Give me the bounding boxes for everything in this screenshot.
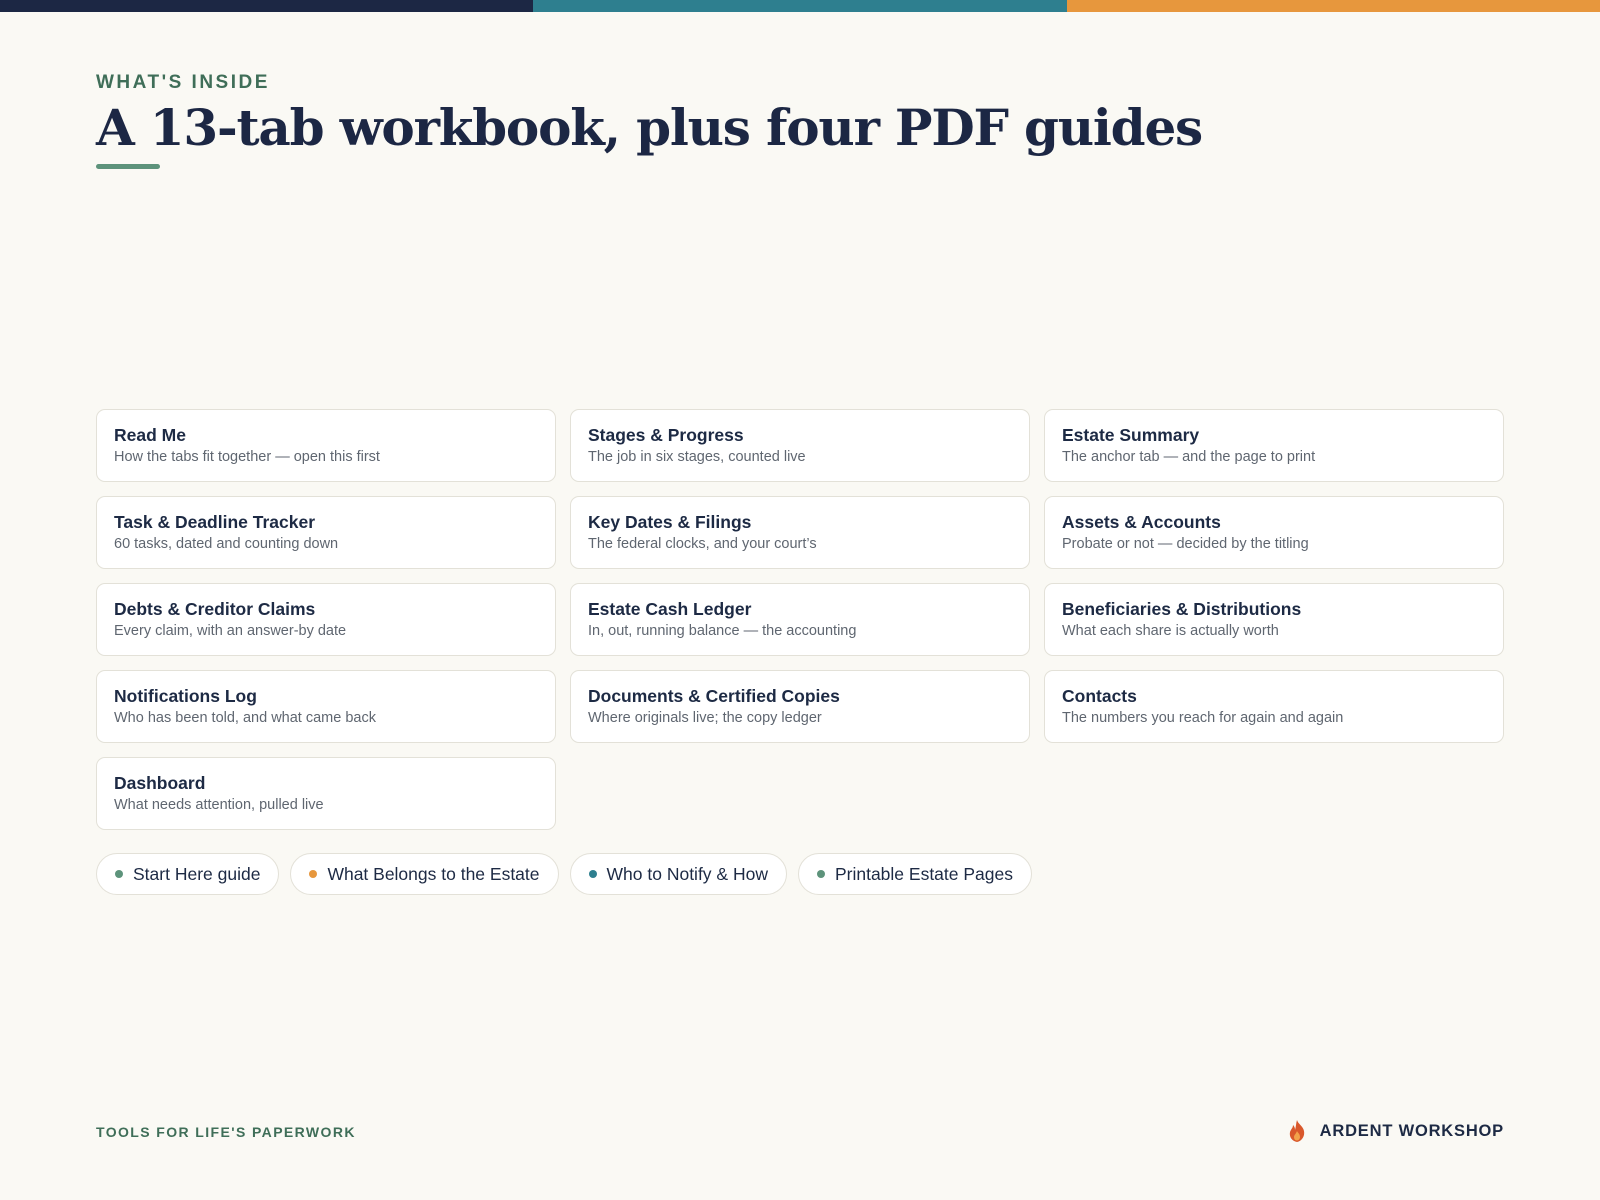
tab-card-estate-summary: Estate Summary The anchor tab — and the …	[1044, 409, 1504, 482]
tab-card-assets-accounts: Assets & Accounts Probate or not — decid…	[1044, 496, 1504, 569]
tab-card-description: Every claim, with an answer-by date	[114, 623, 347, 639]
tab-card-title: Documents & Certified Copies	[588, 686, 840, 706]
tab-card-description: 60 tasks, dated and counting down	[114, 536, 339, 552]
guide-pill-printable-pages: Printable Estate Pages	[797, 853, 1032, 895]
guide-dot-icon	[115, 870, 123, 878]
guide-pill-start-here: Start Here guide	[96, 853, 280, 895]
tab-card-contacts: Contacts The numbers you reach for again…	[1044, 670, 1504, 743]
guide-pill-label: Start Here guide	[133, 863, 261, 884]
tab-card-task-deadline-tracker: Task & Deadline Tracker 60 tasks, dated …	[96, 496, 556, 569]
tab-card-title: Debts & Creditor Claims	[114, 599, 316, 619]
guide-dot-icon	[816, 870, 825, 878]
tab-card-documents-certified-copies: Documents & Certified Copies Where origi…	[570, 670, 1030, 743]
page-title: A 13-tab workbook, plus four PDF guides	[96, 98, 1203, 157]
tab-card-title: Assets & Accounts	[1062, 512, 1221, 532]
flame-icon	[1289, 1120, 1304, 1142]
tab-card-title: Beneficiaries & Distributions	[1062, 599, 1302, 619]
tab-card-title: Contacts	[1062, 686, 1137, 706]
tab-card-estate-cash-ledger: Estate Cash Ledger In, out, running bala…	[570, 583, 1030, 656]
guide-pill-what-belongs: What Belongs to the Estate	[290, 853, 559, 895]
tab-card-title: Estate Summary	[1062, 425, 1200, 445]
tab-card-description: Probate or not — decided by the titling	[1062, 536, 1309, 552]
guide-dot-icon	[588, 870, 597, 878]
tab-card-title: Task & Deadline Tracker	[114, 512, 316, 532]
title-underline	[96, 164, 160, 169]
tab-card-title: Estate Cash Ledger	[588, 599, 752, 619]
section-eyebrow: WHAT'S INSIDE	[96, 72, 270, 93]
guide-pill-label: Printable Estate Pages	[834, 863, 1013, 884]
tab-card-description: What each share is actually worth	[1062, 623, 1279, 639]
tab-card-title: Read Me	[114, 425, 186, 445]
tab-card-read-me: Read Me How the tabs fit together — open…	[96, 409, 556, 482]
tab-card-title: Dashboard	[114, 773, 206, 793]
tab-card-description: The numbers you reach for again and agai…	[1062, 710, 1344, 726]
brand-name: ARDENT WORKSHOP	[1319, 1121, 1504, 1140]
guide-pill-label: Who to Notify & How	[606, 863, 768, 884]
top-color-bar	[0, 0, 1600, 12]
tab-card-dashboard: Dashboard What needs attention, pulled l…	[96, 757, 556, 830]
tab-card-title: Stages & Progress	[588, 425, 744, 445]
tab-card-notifications-log: Notifications Log Who has been told, and…	[96, 670, 556, 743]
footer-tagline: TOOLS FOR LIFE'S PAPERWORK	[96, 1124, 356, 1140]
tab-card-description: What needs attention, pulled live	[114, 797, 324, 813]
tab-card-description: The anchor tab — and the page to print	[1062, 449, 1316, 465]
footer-brand: ARDENT WORKSHOP	[1286, 1119, 1504, 1143]
tab-card-title: Notifications Log	[114, 686, 257, 706]
guide-pill-label: What Belongs to the Estate	[327, 863, 540, 884]
tab-card-description: Who has been told, and what came back	[114, 710, 376, 726]
tab-card-debts-creditor-claims: Debts & Creditor Claims Every claim, wit…	[96, 583, 556, 656]
top-bar-orange-segment	[1066, 0, 1600, 12]
top-bar-teal-segment	[533, 0, 1067, 12]
tab-card-title: Key Dates & Filings	[588, 512, 752, 532]
guide-pill-who-to-notify: Who to Notify & How	[569, 853, 787, 895]
guide-dot-icon	[309, 870, 318, 878]
tab-card-grid: Read Me How the tabs fit together — open…	[96, 409, 1504, 830]
tab-card-description: The federal clocks, and your court’s	[588, 536, 817, 552]
tab-card-description: In, out, running balance — the accountin…	[588, 623, 857, 639]
tab-card-stages-progress: Stages & Progress The job in six stages,…	[570, 409, 1030, 482]
tab-card-beneficiaries-distributions: Beneficiaries & Distributions What each …	[1044, 583, 1504, 656]
top-bar-navy-segment	[0, 0, 534, 12]
tab-card-description: Where originals live; the copy ledger	[588, 710, 822, 726]
guide-pill-row: Start Here guide What Belongs to the Est…	[96, 853, 1032, 895]
tab-card-description: The job in six stages, counted live	[588, 449, 806, 465]
tab-card-key-dates-filings: Key Dates & Filings The federal clocks, …	[570, 496, 1030, 569]
tab-card-description: How the tabs fit together — open this fi…	[114, 449, 380, 465]
